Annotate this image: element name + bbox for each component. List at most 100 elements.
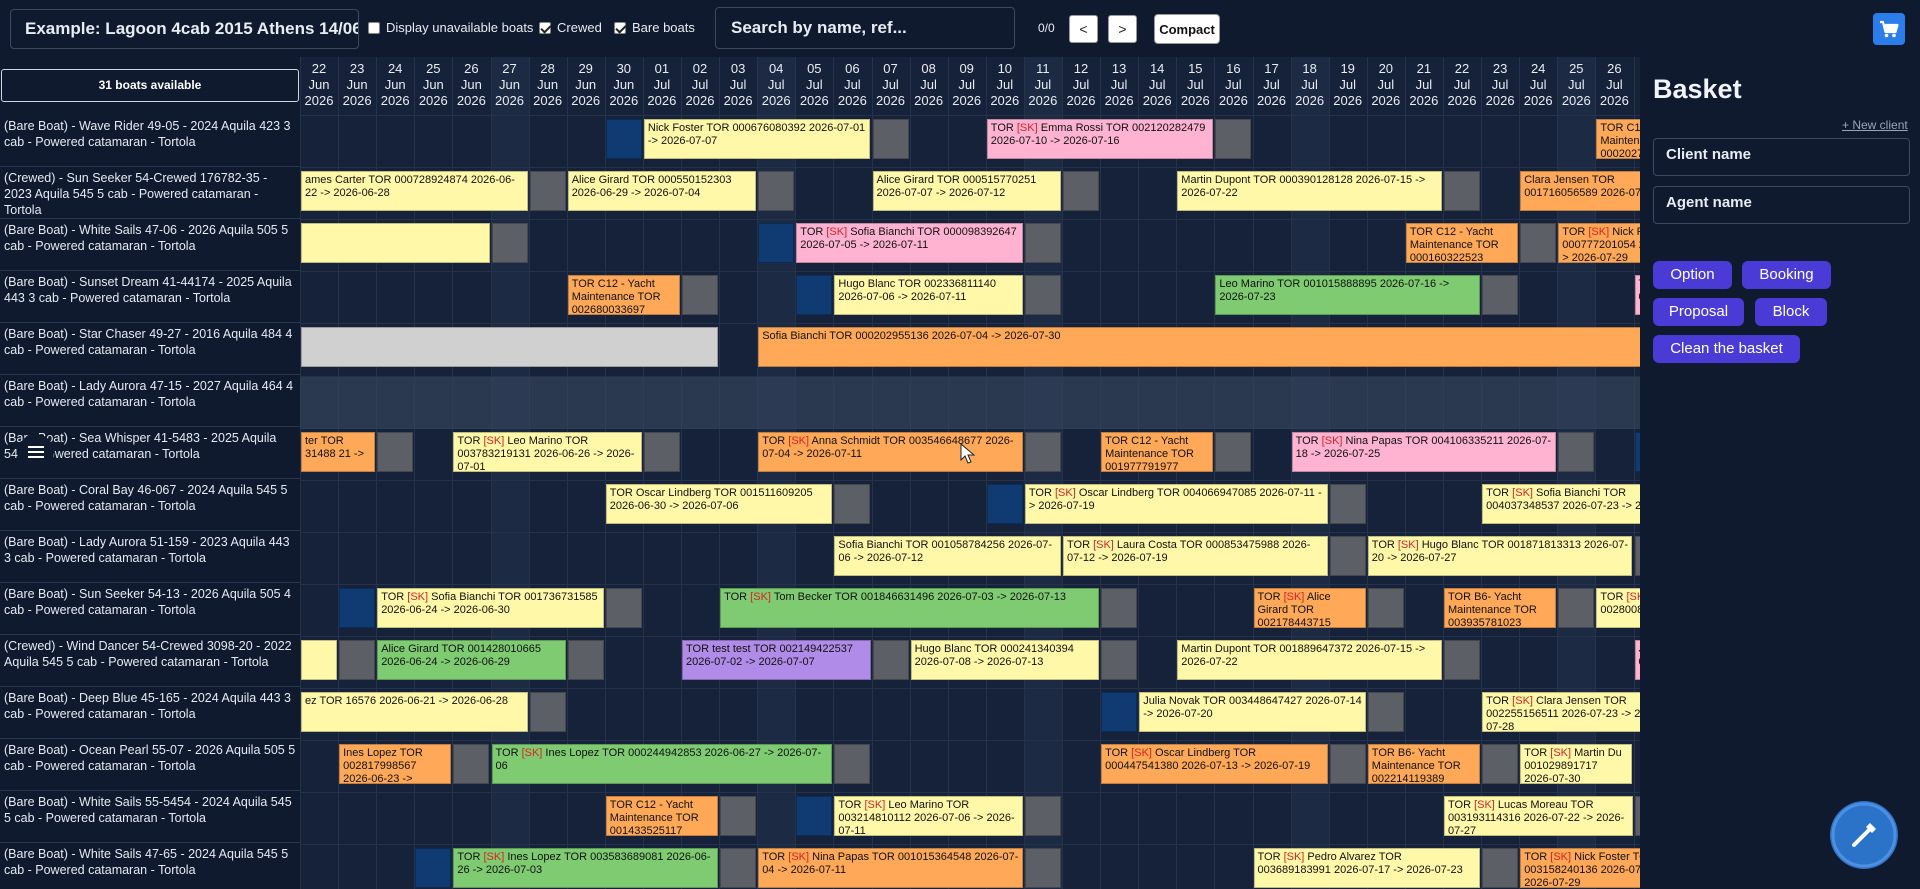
booking-block[interactable]: TOR [SK] Nina Papas TOR 004106335211 202…: [1291, 431, 1557, 472]
boat-row-label[interactable]: (Bare Boat) - Ocean Pearl 55-07 - 2026 A…: [0, 739, 300, 791]
boat-row-label[interactable]: (Crewed) - Wind Dancer 54-Crewed 3098-20…: [0, 635, 300, 687]
booking-block[interactable]: TOR [SK] Ines Lopez TOR 000244942853 202…: [491, 744, 833, 785]
turnaround-block[interactable]: [758, 171, 795, 212]
crewed-checkbox[interactable]: Crewed: [539, 20, 602, 35]
booking-block[interactable]: Clara Jensen TOR 001716056589 2026-07-24: [1520, 171, 1640, 212]
booking-block[interactable]: TOR [SK] Nick Foster TOR 003158240136 20…: [1520, 848, 1640, 889]
booking-block[interactable]: [301, 327, 719, 368]
booking-block[interactable]: Hugo Blanc TOR 000241340394 2026-07-08 -…: [910, 640, 1100, 680]
turnaround-block[interactable]: [605, 587, 642, 628]
search-input[interactable]: Search by name, ref...: [715, 7, 1015, 49]
turnaround-block[interactable]: [377, 431, 414, 472]
turnaround-block[interactable]: [453, 744, 490, 785]
checkbox-checked-icon[interactable]: [614, 21, 626, 34]
turnaround-block[interactable]: [834, 483, 871, 524]
turnaround-block[interactable]: [1024, 275, 1061, 316]
booking-block[interactable]: TOR [SK] A 00280089: [1596, 587, 1640, 628]
hold-block[interactable]: [605, 119, 642, 159]
turnaround-block[interactable]: [643, 431, 680, 472]
cart-button[interactable]: [1873, 13, 1905, 45]
boat-row-label[interactable]: (Crewed) - Sun Seeker 54-Crewed 176782-3…: [0, 167, 300, 219]
booking-block[interactable]: ames Carter TOR 000728924874 2026-06-22 …: [301, 171, 528, 212]
booking-block[interactable]: Martin Dupont TOR 000390128128 2026-07-1…: [1177, 171, 1442, 212]
booking-block[interactable]: Alice Girard TOR 000515770251 2026-07-07…: [872, 171, 1061, 212]
booking-block[interactable]: TOR B6- Yacht Maintenance TOR 0039357810…: [1444, 587, 1557, 628]
boat-row-label[interactable]: (Bare Boat) - Sunset Dream 41-44174 - 20…: [0, 271, 300, 323]
turnaround-block[interactable]: [1329, 744, 1366, 785]
turnaround-block[interactable]: [567, 640, 604, 680]
turnaround-block[interactable]: [872, 640, 909, 680]
proposal-button[interactable]: Proposal: [1653, 298, 1744, 326]
booking-block[interactable]: Leo Marino TOR 001015888895 2026-07-16 -…: [1215, 275, 1481, 316]
booking-block[interactable]: TOR [SK] Tom Becker TOR 001846631496 202…: [720, 587, 1100, 628]
turnaround-block[interactable]: [1215, 431, 1252, 472]
boat-row-label[interactable]: (Bare Boat) - Coral Bay 46-067 - 2024 Aq…: [0, 479, 300, 531]
example-selector[interactable]: Example: Lagoon 4cab 2015 Athens 14/06 7…: [10, 9, 359, 49]
option-button[interactable]: Option: [1653, 261, 1732, 289]
boat-row-label[interactable]: (Bare Boat) - White Sails 55-5454 - 2024…: [0, 791, 300, 843]
checkbox-icon[interactable]: [368, 21, 380, 34]
booking-block[interactable]: Alice Girard TOR 001428010665 2026-06-24…: [377, 640, 566, 680]
booking-block[interactable]: TOR C12 - Y Maintenance 00020277: [1596, 119, 1640, 159]
checkbox-checked-icon[interactable]: [539, 21, 551, 34]
hold-block[interactable]: [796, 796, 833, 837]
boat-row-label[interactable]: (Bare Boat) - Wave Rider 49-05 - 2024 Aq…: [0, 115, 300, 167]
turnaround-block[interactable]: [1482, 744, 1519, 785]
clean-basket-button[interactable]: Clean the basket: [1653, 335, 1800, 363]
booking-block[interactable]: TOR [SK] Anna Schmidt TOR 003546648677 2…: [758, 431, 1023, 472]
booking-block[interactable]: ez TOR 16576 2026-06-21 -> 2026-06-28: [301, 692, 528, 733]
turnaround-block[interactable]: [1482, 848, 1519, 889]
turnaround-block[interactable]: [1558, 431, 1595, 472]
turnaround-block[interactable]: [1024, 848, 1061, 889]
agent-name-field[interactable]: Agent name: [1653, 186, 1910, 224]
hold-block[interactable]: [986, 483, 1023, 524]
booking-block[interactable]: TOR [SK] Oscar Lindberg TOR 004066947085…: [1024, 483, 1328, 524]
client-name-field[interactable]: Client name: [1653, 138, 1910, 176]
booking-block[interactable]: TOR Oscar Lindberg TOR 001511609205 2026…: [605, 483, 833, 524]
prev-button[interactable]: <: [1069, 15, 1098, 43]
booking-block[interactable]: TOR C12 - Yacht Maintenance TOR 00016032…: [1405, 223, 1519, 264]
turnaround-block[interactable]: [529, 171, 566, 212]
boat-row-label[interactable]: (Bare Boat) - White Sails 47-06 - 2026 A…: [0, 219, 300, 271]
booking-block[interactable]: ter TOR 31488 21 ->: [301, 431, 376, 472]
compact-button[interactable]: Compact: [1154, 14, 1220, 44]
booking-block[interactable]: Nick Foster TOR 000676080392 2026-07-01 …: [643, 119, 871, 159]
turnaround-block[interactable]: [720, 796, 757, 837]
booking-block[interactable]: TOR [SK] Alice Girard TOR 002178443715: [1253, 587, 1366, 628]
turnaround-block[interactable]: [834, 744, 871, 785]
hold-block[interactable]: [339, 587, 376, 628]
turnaround-block[interactable]: [1101, 640, 1138, 680]
booking-button[interactable]: Booking: [1742, 261, 1831, 289]
booking-block[interactable]: TOR [SK] Emma Rossi TOR 002120282479 202…: [986, 119, 1214, 159]
booking-block[interactable]: TOR B6- Yacht Maintenance TOR 0022141193…: [1367, 744, 1481, 785]
menu-button[interactable]: [18, 434, 54, 470]
bare-boats-checkbox[interactable]: Bare boats: [614, 20, 695, 35]
booking-block[interactable]: TOR [SK] Nick Foster TOR 000777201054 20…: [1558, 223, 1640, 264]
display-unavailable-checkbox[interactable]: Display unavailable boats: [368, 20, 533, 35]
boat-row-label[interactable]: (Bare Boat) - Sun Seeker 54-13 - 2026 Aq…: [0, 583, 300, 635]
hold-block[interactable]: [1101, 692, 1138, 733]
turnaround-block[interactable]: [1520, 223, 1557, 264]
turnaround-block[interactable]: [872, 119, 909, 159]
turnaround-block[interactable]: [339, 640, 376, 680]
booking-block[interactable]: TOR [SK] Martin Du 001029891717 2026-07-…: [1520, 744, 1633, 785]
boat-row-label[interactable]: (Bare Boat) - Lady Aurora 51-159 - 2023 …: [0, 531, 300, 583]
turnaround-block[interactable]: [1329, 483, 1366, 524]
booking-block[interactable]: Sofia Bianchi TOR 001058784256 2026-07-0…: [834, 535, 1061, 576]
booking-block[interactable]: TOR [SK] Pedro Alvarez TOR 003689183991 …: [1253, 848, 1481, 889]
boat-row-label[interactable]: (Bare Boat) - White Sails 47-65 - 2024 A…: [0, 843, 300, 889]
booking-block[interactable]: Ines Lopez TOR 002817998567 2026-06-23 -…: [339, 744, 452, 785]
turnaround-block[interactable]: [682, 275, 719, 316]
booking-block[interactable]: TOR C12 - Yacht Maintenance TOR 00143352…: [605, 796, 719, 837]
block-button[interactable]: Block: [1755, 298, 1827, 326]
booking-block[interactable]: TOR [SK] Oscar Lindberg TOR 000447541380…: [1101, 744, 1328, 785]
booking-block[interactable]: TOR [SK] Nina Papas TOR 001015364548 202…: [758, 848, 1023, 889]
booking-block[interactable]: Sofia Bianchi TOR 000202955136 2026-07-0…: [758, 327, 1640, 368]
booking-block[interactable]: TOR [SK] Sofia Bianchi TOR 004037348537 …: [1482, 483, 1640, 524]
turnaround-block[interactable]: [1444, 640, 1481, 680]
booking-block[interactable]: Julia Novak TOR 003448647427 2026-07-14 …: [1139, 692, 1366, 733]
booking-block[interactable]: TOR [SK] Leo Marino TOR 003783219131 202…: [453, 431, 642, 472]
booking-block[interactable]: Hugo Blanc TOR 002336811140 2026-07-06 -…: [834, 275, 1023, 316]
hold-block[interactable]: [758, 223, 795, 264]
turnaround-block[interactable]: [720, 848, 757, 889]
